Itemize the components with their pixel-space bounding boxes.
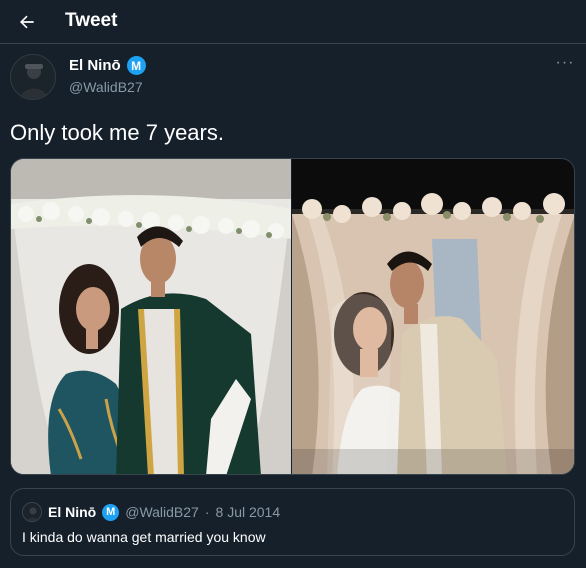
page-title: Tweet [65, 10, 118, 31]
quoted-tweet[interactable]: El Ninō M @WalidB27 · 8 Jul 2014 I kinda… [10, 488, 575, 556]
quoted-author-name: El Ninō [48, 504, 97, 520]
author-handle[interactable]: @WalidB27 [69, 79, 143, 95]
photo-icon [292, 159, 574, 474]
author-name[interactable]: El Ninō [69, 57, 121, 74]
tweet-header: Tweet [0, 0, 586, 44]
quoted-tweet-text: I kinda do wanna get married you know [22, 529, 266, 545]
tweet-text: Only took me 7 years. [10, 120, 224, 145]
more-options-icon[interactable]: ··· [552, 55, 578, 76]
quoted-tweet-header: El Ninō M @WalidB27 · 8 Jul 2014 [22, 502, 280, 522]
quoted-author-handle: @WalidB27 [125, 504, 199, 520]
quoted-date: 8 Jul 2014 [215, 504, 281, 520]
media-photo-1[interactable] [11, 159, 291, 474]
back-button[interactable] [12, 7, 42, 37]
media-photo-2[interactable] [292, 159, 574, 474]
tweet-media [10, 158, 575, 475]
author-name-row: El Ninō M [69, 56, 146, 75]
verified-badge-letter: M [106, 506, 116, 518]
quoted-author-avatar [22, 502, 42, 522]
photo-icon [11, 159, 291, 474]
verified-badge-letter: M [131, 58, 142, 73]
quoted-separator: · [204, 504, 210, 520]
verified-badge-icon: M [102, 503, 120, 521]
verified-badge-icon: M [126, 56, 146, 75]
author-avatar[interactable] [10, 54, 56, 100]
arrow-left-icon [20, 15, 34, 29]
